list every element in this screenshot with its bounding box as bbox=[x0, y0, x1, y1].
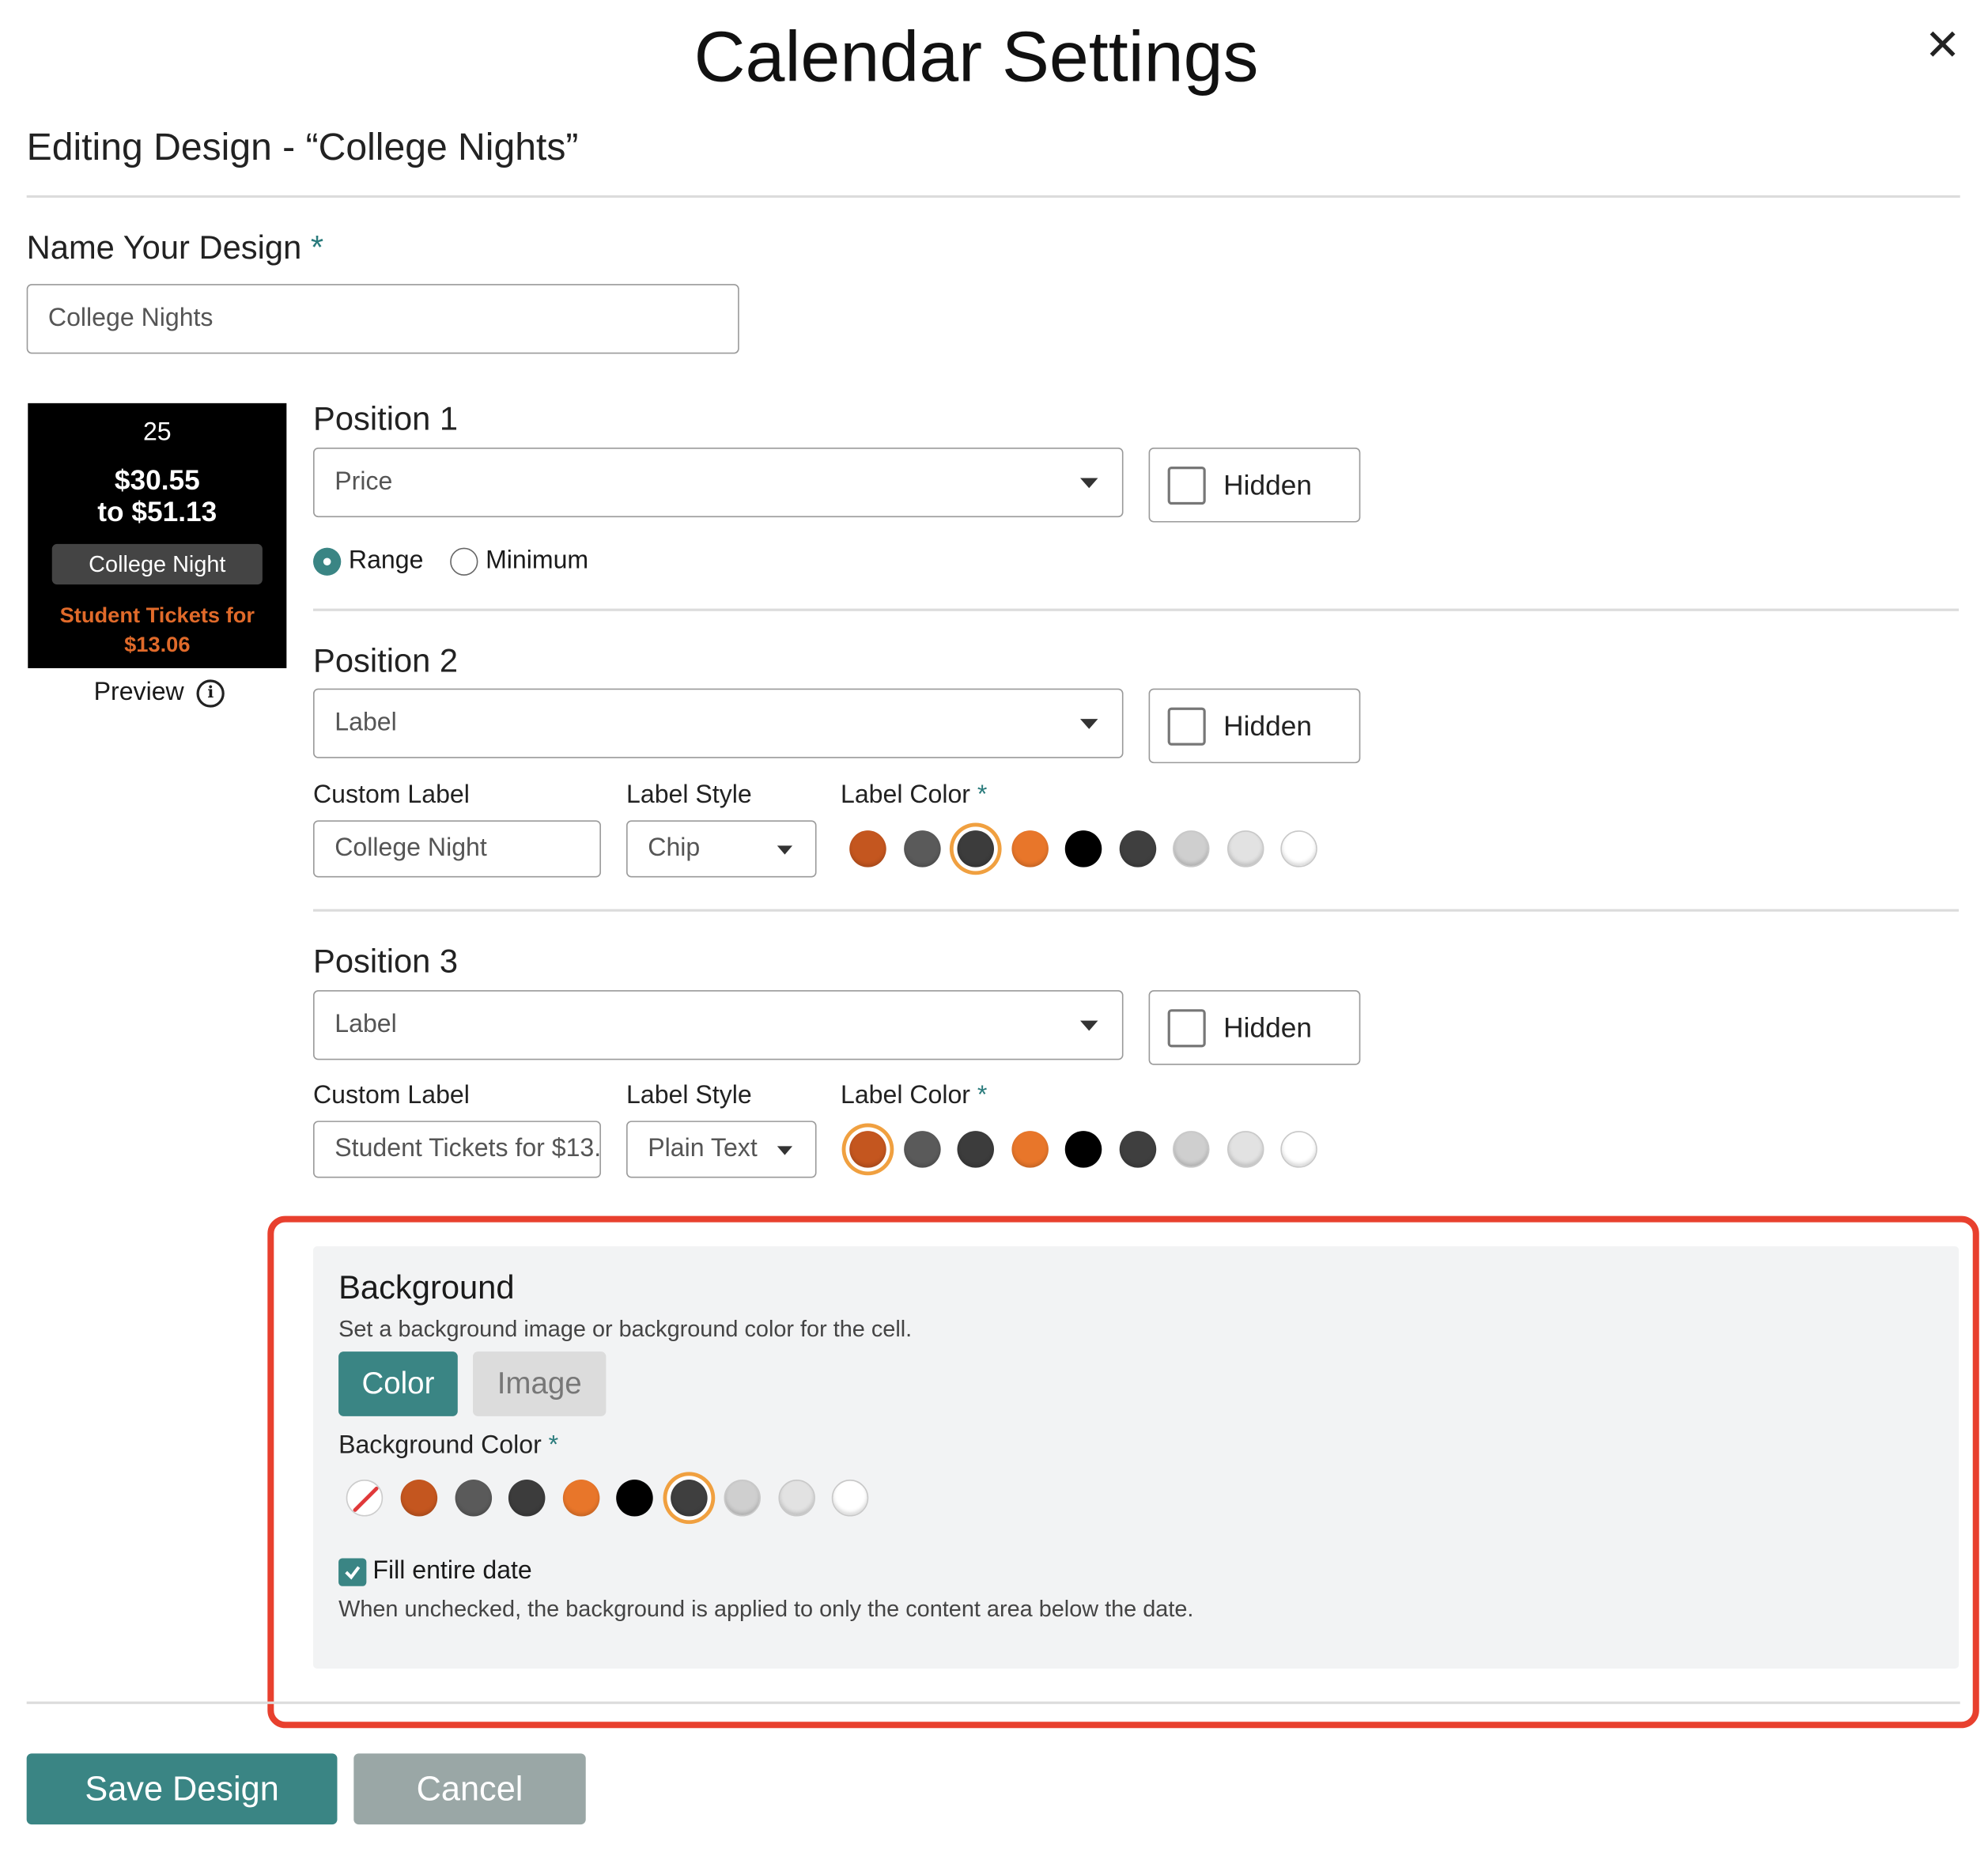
editing-design-subtitle: Editing Design - “College Nights” bbox=[26, 127, 579, 169]
position3-heading: Position 3 bbox=[313, 942, 459, 981]
position3-label-style-title: Label Style bbox=[626, 1081, 752, 1109]
background-color-swatch-0[interactable] bbox=[400, 1480, 438, 1517]
background-heading: Background bbox=[338, 1268, 515, 1306]
background-description: Set a background image or background col… bbox=[338, 1316, 913, 1342]
position2-label-color-title: Label Color * bbox=[840, 781, 988, 809]
position1-radio-minimum[interactable]: Minimum bbox=[450, 546, 588, 576]
preview-chip: College Night bbox=[51, 543, 263, 585]
position3-label-color-title: Label Color * bbox=[840, 1081, 988, 1109]
position2-hidden-toggle[interactable]: Hidden bbox=[1148, 688, 1361, 764]
position3-color-swatch-5[interactable] bbox=[1118, 1131, 1156, 1168]
background-color-swatch-4[interactable] bbox=[616, 1480, 653, 1517]
position2-custom-label-title: Custom Label bbox=[313, 781, 470, 809]
close-icon[interactable]: ✕ bbox=[1925, 21, 1961, 71]
chevron-down-icon bbox=[1080, 719, 1098, 729]
tab-color[interactable]: Color bbox=[338, 1351, 458, 1416]
header-divider bbox=[26, 195, 1960, 198]
position1-heading: Position 1 bbox=[313, 399, 459, 438]
checkmark-icon bbox=[345, 1566, 361, 1580]
position3-color-swatch-1[interactable] bbox=[903, 1131, 940, 1168]
position2-color-swatch-4[interactable] bbox=[1064, 830, 1102, 868]
position2-color-swatch-7[interactable] bbox=[1226, 830, 1264, 868]
background-color-swatch-5[interactable] bbox=[670, 1480, 707, 1517]
footer-divider bbox=[26, 1701, 1960, 1704]
save-design-button[interactable]: Save Design bbox=[26, 1753, 338, 1825]
position2-color-swatch-1[interactable] bbox=[903, 830, 940, 868]
position3-color-swatch-8[interactable] bbox=[1280, 1131, 1317, 1168]
position1-radio-range[interactable]: Range bbox=[313, 546, 423, 576]
fill-entire-date-checkbox[interactable] bbox=[338, 1558, 367, 1586]
position2-label-style-title: Label Style bbox=[626, 781, 752, 809]
position3-label-style-select[interactable]: Plain Text bbox=[626, 1121, 817, 1178]
chevron-down-icon bbox=[1080, 478, 1098, 489]
position3-color-swatch-3[interactable] bbox=[1011, 1131, 1049, 1168]
position3-hidden-toggle[interactable]: Hidden bbox=[1148, 990, 1361, 1065]
radio-unselected-icon bbox=[450, 546, 478, 576]
position2-color-swatch-6[interactable] bbox=[1173, 830, 1210, 868]
position2-color-swatch-0[interactable] bbox=[849, 830, 886, 868]
preview-label: Preview bbox=[93, 678, 184, 707]
no-color-swatch-icon[interactable] bbox=[346, 1480, 384, 1517]
background-color-title: Background Color * bbox=[338, 1431, 559, 1460]
preview-date: 25 bbox=[142, 418, 172, 447]
position1-select[interactable]: Price bbox=[313, 447, 1124, 518]
checkbox-icon bbox=[1167, 706, 1206, 745]
position2-custom-label-input[interactable]: College Night bbox=[313, 820, 601, 878]
modal-title: Calendar Settings bbox=[694, 16, 1259, 96]
cancel-button[interactable]: Cancel bbox=[353, 1753, 586, 1825]
chevron-down-icon bbox=[777, 1146, 793, 1155]
position1-hidden-toggle[interactable]: Hidden bbox=[1148, 447, 1361, 523]
position2-label-style-select[interactable]: Chip bbox=[626, 820, 817, 878]
chevron-down-icon bbox=[1080, 1020, 1098, 1031]
preview-note-line2: $13.06 bbox=[124, 633, 191, 657]
preview-price-line2: to $51.13 bbox=[97, 495, 217, 527]
position2-divider bbox=[313, 909, 1960, 912]
checkbox-icon bbox=[1167, 1008, 1206, 1047]
position3-color-swatch-6[interactable] bbox=[1173, 1131, 1210, 1168]
position3-color-swatch-2[interactable] bbox=[957, 1131, 994, 1168]
position3-color-swatch-4[interactable] bbox=[1064, 1131, 1102, 1168]
position2-color-swatch-3[interactable] bbox=[1011, 830, 1049, 868]
position3-custom-label-input[interactable]: Student Tickets for $13. bbox=[313, 1121, 601, 1178]
preview-caption: Preview i bbox=[94, 679, 225, 708]
info-icon[interactable]: i bbox=[196, 679, 225, 707]
position2-heading: Position 2 bbox=[313, 641, 459, 680]
background-color-swatch-2[interactable] bbox=[508, 1480, 546, 1517]
preview-cell: 25 $30.55 to $51.13 College Night Studen… bbox=[28, 403, 287, 668]
position2-select[interactable]: Label bbox=[313, 688, 1124, 758]
tab-image[interactable]: Image bbox=[473, 1351, 607, 1416]
position2-color-swatch-5[interactable] bbox=[1118, 830, 1156, 868]
position3-color-swatch-7[interactable] bbox=[1226, 1131, 1264, 1168]
background-color-swatch-1[interactable] bbox=[454, 1480, 492, 1517]
fill-entire-date-help: When unchecked, the background is applie… bbox=[338, 1596, 1194, 1622]
preview-price-line1: $30.55 bbox=[114, 463, 200, 496]
position2-color-swatch-8[interactable] bbox=[1280, 830, 1317, 868]
position3-color-swatch-0[interactable] bbox=[849, 1131, 886, 1168]
chevron-down-icon bbox=[777, 845, 793, 855]
design-name-input[interactable]: College Nights bbox=[26, 284, 739, 354]
position1-divider bbox=[313, 608, 1960, 611]
position2-color-swatch-2[interactable] bbox=[957, 830, 994, 868]
fill-entire-date-label[interactable]: Fill entire date bbox=[372, 1557, 531, 1586]
preview-note-line1: Student Tickets for bbox=[59, 603, 255, 628]
name-design-label: Name Your Design * bbox=[26, 228, 324, 266]
checkbox-icon bbox=[1167, 466, 1206, 505]
position3-custom-label-title: Custom Label bbox=[313, 1081, 470, 1109]
position3-select[interactable]: Label bbox=[313, 990, 1124, 1060]
background-color-swatch-7[interactable] bbox=[777, 1480, 815, 1517]
radio-selected-icon bbox=[313, 546, 342, 576]
background-color-swatch-3[interactable] bbox=[562, 1480, 599, 1517]
background-color-swatch-6[interactable] bbox=[724, 1480, 761, 1517]
background-color-swatch-8[interactable] bbox=[831, 1480, 869, 1517]
